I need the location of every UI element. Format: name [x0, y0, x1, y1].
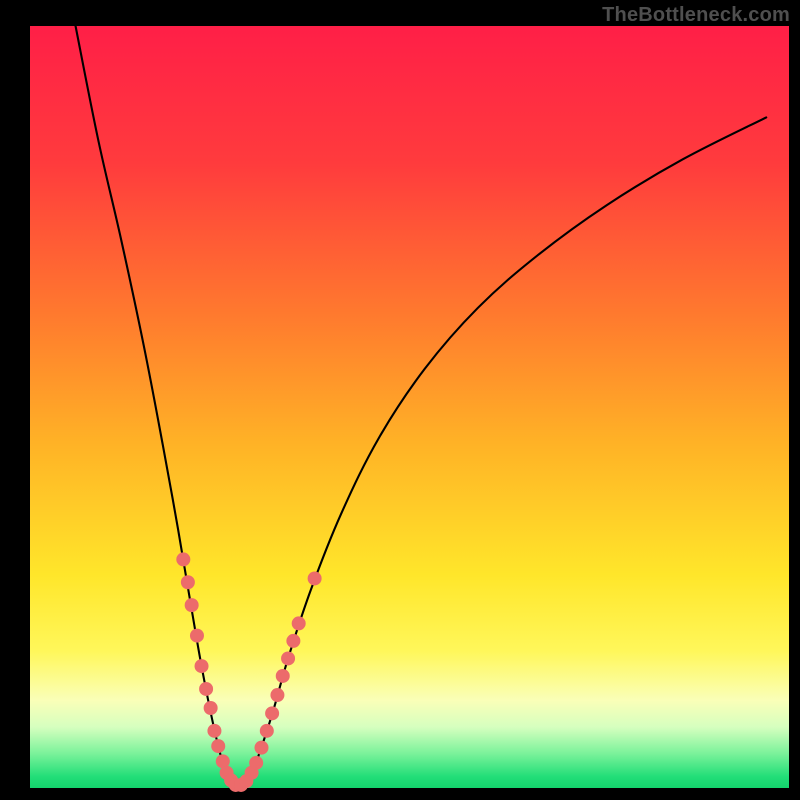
plot-background	[30, 26, 789, 788]
data-point	[276, 669, 290, 683]
watermark-text: TheBottleneck.com	[602, 4, 790, 27]
data-point	[190, 629, 204, 643]
chart-stage: TheBottleneck.com	[0, 0, 800, 800]
data-point	[211, 739, 225, 753]
data-point	[249, 756, 263, 770]
data-point	[199, 682, 213, 696]
data-point	[204, 701, 218, 715]
data-point	[308, 571, 322, 585]
data-point	[281, 651, 295, 665]
data-point	[207, 724, 221, 738]
data-point	[176, 552, 190, 566]
data-point	[292, 616, 306, 630]
data-point	[181, 575, 195, 589]
data-point	[286, 634, 300, 648]
bottleneck-chart	[0, 0, 800, 800]
data-point	[260, 724, 274, 738]
data-point	[270, 688, 284, 702]
data-point	[265, 706, 279, 720]
data-point	[185, 598, 199, 612]
data-point	[195, 659, 209, 673]
data-point	[254, 741, 268, 755]
